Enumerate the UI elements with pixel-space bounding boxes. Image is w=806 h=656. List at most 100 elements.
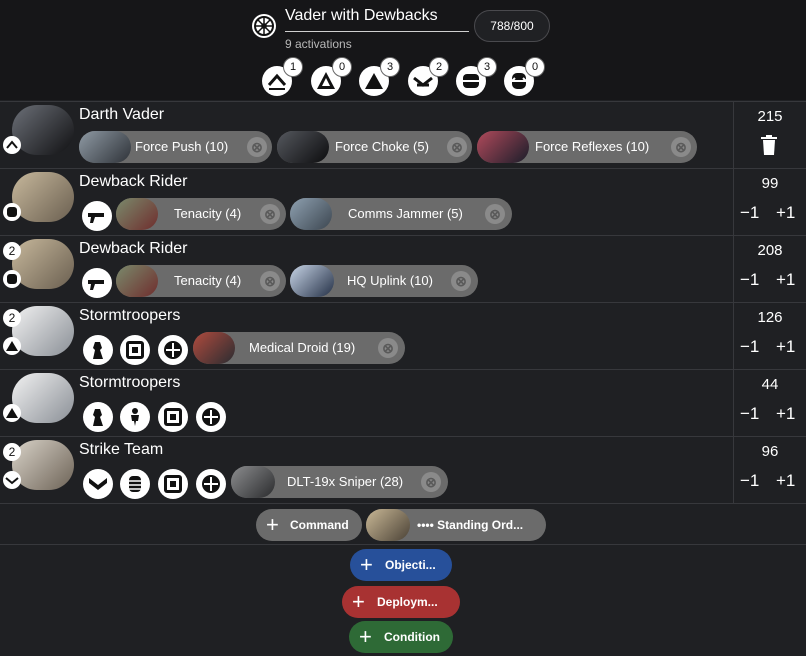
upgrade-pill[interactable]: Force Reflexes (10) ⊗ (477, 131, 697, 163)
grenades-slot-icon[interactable] (120, 469, 150, 499)
rank-count: 0 (332, 57, 352, 77)
increment-button[interactable]: +1 (776, 270, 795, 290)
command-label: Command (290, 518, 349, 532)
points-total[interactable]: 788/800 (474, 10, 550, 42)
unit-name: Dewback Rider (79, 240, 188, 257)
remove-upgrade-button[interactable]: ⊗ (485, 204, 505, 224)
upgrade-label: DLT-19x Sniper (28) (287, 474, 404, 489)
unit-row-stormtroopers[interactable]: 2 Stormtroopers Medical Droid (19) ⊗ 126… (0, 302, 806, 369)
unit-count-badge: 2 (3, 242, 21, 260)
remove-upgrade-button[interactable]: ⊗ (260, 204, 280, 224)
command-card-row: + Command •••• Standing Ord... (0, 503, 806, 545)
list-header: Vader with Dewbacks 9 activations 788/80… (0, 0, 806, 100)
decrement-button[interactable]: −1 (740, 471, 759, 491)
upgrade-card-thumbnail (290, 265, 334, 297)
gear-slot-icon[interactable] (158, 402, 188, 432)
unit-portrait (12, 172, 74, 222)
upgrade-pill[interactable]: Medical Droid (19) ⊗ (193, 332, 405, 364)
upgrade-label: Force Choke (5) (335, 139, 429, 154)
unit-row-darth-vader[interactable]: Darth Vader Force Push (10) ⊗ Force Chok… (0, 101, 806, 168)
increment-button[interactable]: +1 (776, 471, 795, 491)
upgrade-pill[interactable]: Tenacity (4) ⊗ (116, 198, 286, 230)
upgrade-pill[interactable]: HQ Uplink (10) ⊗ (290, 265, 478, 297)
add-command-button[interactable]: + Command (256, 509, 362, 541)
unit-portrait (12, 239, 74, 289)
support-rank-icon[interactable]: 3 (456, 57, 497, 96)
unit-portrait (12, 373, 74, 423)
upgrade-card-thumbnail (116, 265, 158, 297)
blaster-icon[interactable] (82, 268, 112, 298)
decrement-button[interactable]: −1 (740, 337, 759, 357)
operative-rank-icon[interactable]: 0 (311, 57, 352, 96)
blaster-icon[interactable] (82, 201, 112, 231)
remove-upgrade-button[interactable]: ⊗ (378, 338, 398, 358)
heavy-rank-icon[interactable]: 0 (504, 57, 545, 96)
corps-rank-icon (3, 404, 21, 422)
unit-name: Darth Vader (79, 106, 165, 123)
commander-rank-icon (3, 136, 21, 154)
trash-icon[interactable] (761, 135, 777, 155)
add-deployment-button[interactable]: + Deploym... (342, 586, 460, 618)
upgrade-label: Force Push (10) (135, 139, 229, 154)
gear-slot-icon[interactable] (158, 469, 188, 499)
special-forces-rank-icon[interactable]: 2 (408, 57, 449, 96)
unit-row-dewback-rider[interactable]: Dewback Rider Tenacity (4) ⊗ Comms Jamme… (0, 168, 806, 235)
personnel-slot-icon[interactable] (120, 402, 150, 432)
add-condition-button[interactable]: + Condition (349, 621, 453, 653)
unit-points: 215 (757, 108, 783, 125)
imperial-crest-icon[interactable] (252, 14, 276, 38)
upgrade-label: Tenacity (4) (174, 206, 242, 221)
upgrade-card-thumbnail (477, 131, 529, 163)
unit-points: 99 (761, 175, 779, 192)
condition-label: Condition (384, 630, 440, 644)
decrement-button[interactable]: −1 (740, 270, 759, 290)
unit-portrait (12, 440, 74, 490)
upgrade-pill[interactable]: Comms Jammer (5) ⊗ (290, 198, 512, 230)
deployment-label: Deploym... (377, 595, 438, 609)
unit-row-strike-team[interactable]: 2 Strike Team DLT-19x Sniper (28) ⊗ 96 −… (0, 436, 806, 503)
increment-button[interactable]: +1 (776, 203, 795, 223)
decrement-button[interactable]: −1 (740, 203, 759, 223)
remove-upgrade-button[interactable]: ⊗ (247, 137, 267, 157)
unit-name: Stormtroopers (79, 374, 181, 391)
add-objective-button[interactable]: + Objecti... (350, 549, 452, 581)
rank-count: 0 (525, 57, 545, 77)
remove-upgrade-button[interactable]: ⊗ (671, 137, 691, 157)
upgrade-pill[interactable]: Tenacity (4) ⊗ (116, 265, 286, 297)
gear-slot-icon[interactable] (120, 335, 150, 365)
remove-upgrade-button[interactable]: ⊗ (447, 137, 467, 157)
plus-icon: + (360, 552, 373, 577)
support-rank-icon (3, 203, 21, 221)
plus-icon: + (359, 624, 372, 649)
comms-slot-icon[interactable] (158, 335, 188, 365)
upgrade-card-thumbnail (290, 198, 332, 230)
increment-button[interactable]: +1 (776, 337, 795, 357)
increment-button[interactable]: +1 (776, 404, 795, 424)
upgrade-label: HQ Uplink (10) (347, 273, 433, 288)
unit-row-stormtroopers[interactable]: Stormtroopers 44 −1 +1 (0, 369, 806, 436)
decrement-button[interactable]: −1 (740, 404, 759, 424)
upgrade-pill[interactable]: Force Choke (5) ⊗ (277, 131, 472, 163)
objective-label: Objecti... (385, 558, 436, 572)
remove-upgrade-button[interactable]: ⊗ (421, 472, 441, 492)
comms-slot-icon[interactable] (196, 402, 226, 432)
comms-slot-icon[interactable] (196, 469, 226, 499)
heavy-weapon-slot-icon[interactable] (83, 335, 113, 365)
special-forces-rank-icon (3, 471, 21, 489)
standing-orders-card[interactable]: •••• Standing Ord... (366, 509, 546, 541)
training-slot-icon[interactable] (83, 469, 113, 499)
unit-row-dewback-rider[interactable]: 2 Dewback Rider Tenacity (4) ⊗ HQ Uplink… (0, 235, 806, 302)
upgrade-label: Comms Jammer (5) (348, 206, 463, 221)
commander-rank-icon[interactable]: 1 (262, 57, 303, 96)
upgrade-pill[interactable]: Force Push (10) ⊗ (79, 131, 272, 163)
card-thumbnail (366, 509, 410, 541)
standing-orders-label: •••• Standing Ord... (417, 518, 524, 532)
list-title-input[interactable]: Vader with Dewbacks (285, 6, 469, 32)
unit-points: 126 (757, 309, 783, 326)
upgrade-card-thumbnail (193, 332, 235, 364)
upgrade-pill[interactable]: DLT-19x Sniper (28) ⊗ (231, 466, 448, 498)
remove-upgrade-button[interactable]: ⊗ (451, 271, 471, 291)
remove-upgrade-button[interactable]: ⊗ (260, 271, 280, 291)
heavy-weapon-slot-icon[interactable] (83, 402, 113, 432)
corps-rank-icon[interactable]: 3 (359, 57, 400, 96)
